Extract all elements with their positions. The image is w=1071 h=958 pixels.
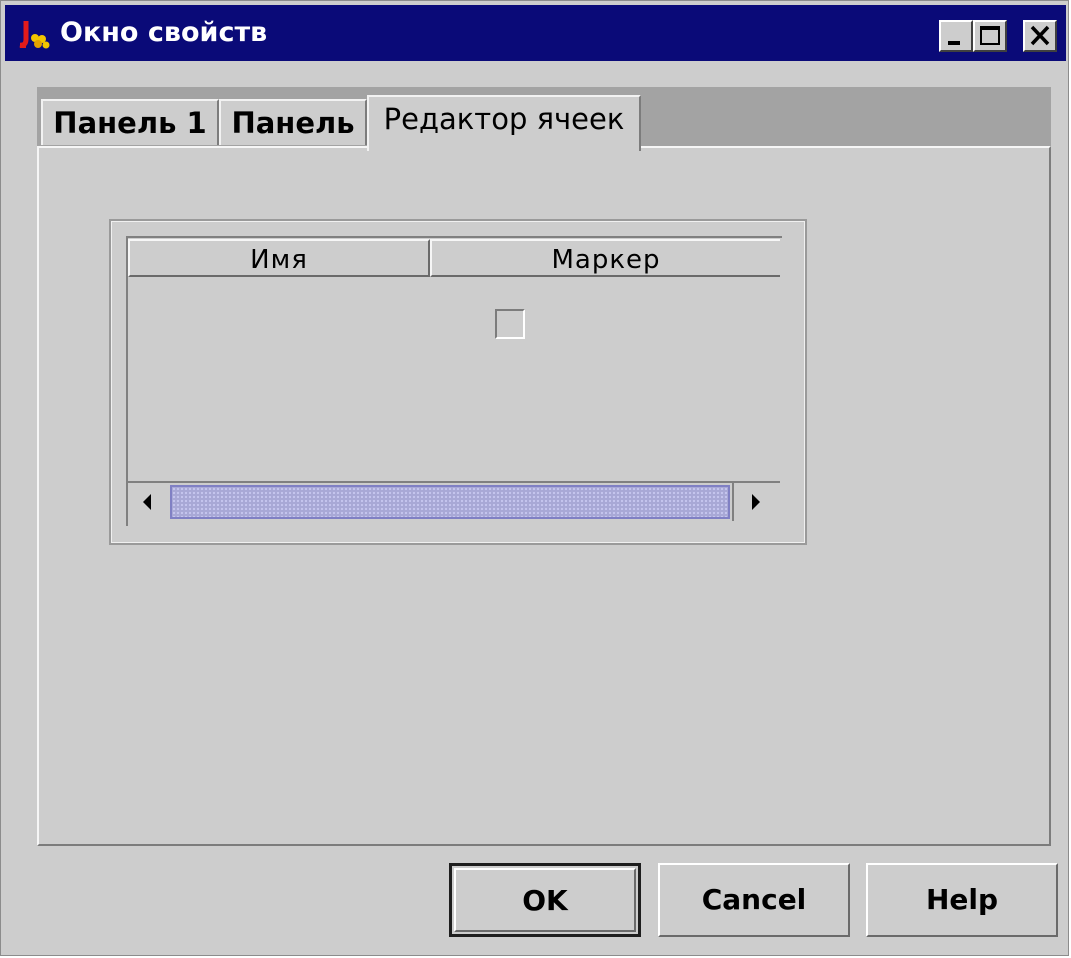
properties-window: Окно свойств Панель 1 Панель Редактор яч… [0,0,1069,956]
tab-label: Редактор ячеек [383,102,625,136]
tab-label: Панель 1 [53,106,207,140]
column-header-label: Имя [250,245,308,275]
tab-cell-editor[interactable]: Редактор ячеек [367,95,641,151]
close-icon [1030,25,1050,46]
scroll-thumb[interactable] [170,485,730,519]
arrow-left-icon [143,494,151,510]
column-header-marker[interactable]: Маркер [430,239,780,277]
tab-label: Панель [231,106,355,140]
tab-panel[interactable]: Панель [219,99,367,145]
title-bar[interactable]: Окно свойств [5,5,1066,61]
ok-button-label: OK [522,884,568,917]
scroll-right-button[interactable] [732,483,774,521]
arrow-right-icon [752,494,760,510]
minimize-button[interactable] [939,20,973,52]
column-header-name[interactable]: Имя [128,239,430,277]
maximize-icon [980,26,1000,45]
column-header-label: Маркер [551,245,661,275]
minimize-icon [948,41,960,45]
tab-panel-1[interactable]: Панель 1 [41,99,219,145]
maximize-button[interactable] [973,20,1007,52]
help-button[interactable]: Help [866,863,1058,937]
ok-button[interactable]: OK [449,863,641,937]
window-title: Окно свойств [60,17,268,48]
scroll-left-button[interactable] [128,483,170,521]
help-button-label: Help [925,883,999,916]
close-button[interactable] [1023,20,1057,52]
horizontal-scrollbar[interactable] [128,481,780,521]
java-app-icon [17,19,55,49]
marker-checkbox[interactable] [495,309,525,339]
cancel-button[interactable]: Cancel [658,863,850,937]
table-header: Имя Маркер [128,239,780,279]
cancel-button-label: Cancel [701,883,807,916]
